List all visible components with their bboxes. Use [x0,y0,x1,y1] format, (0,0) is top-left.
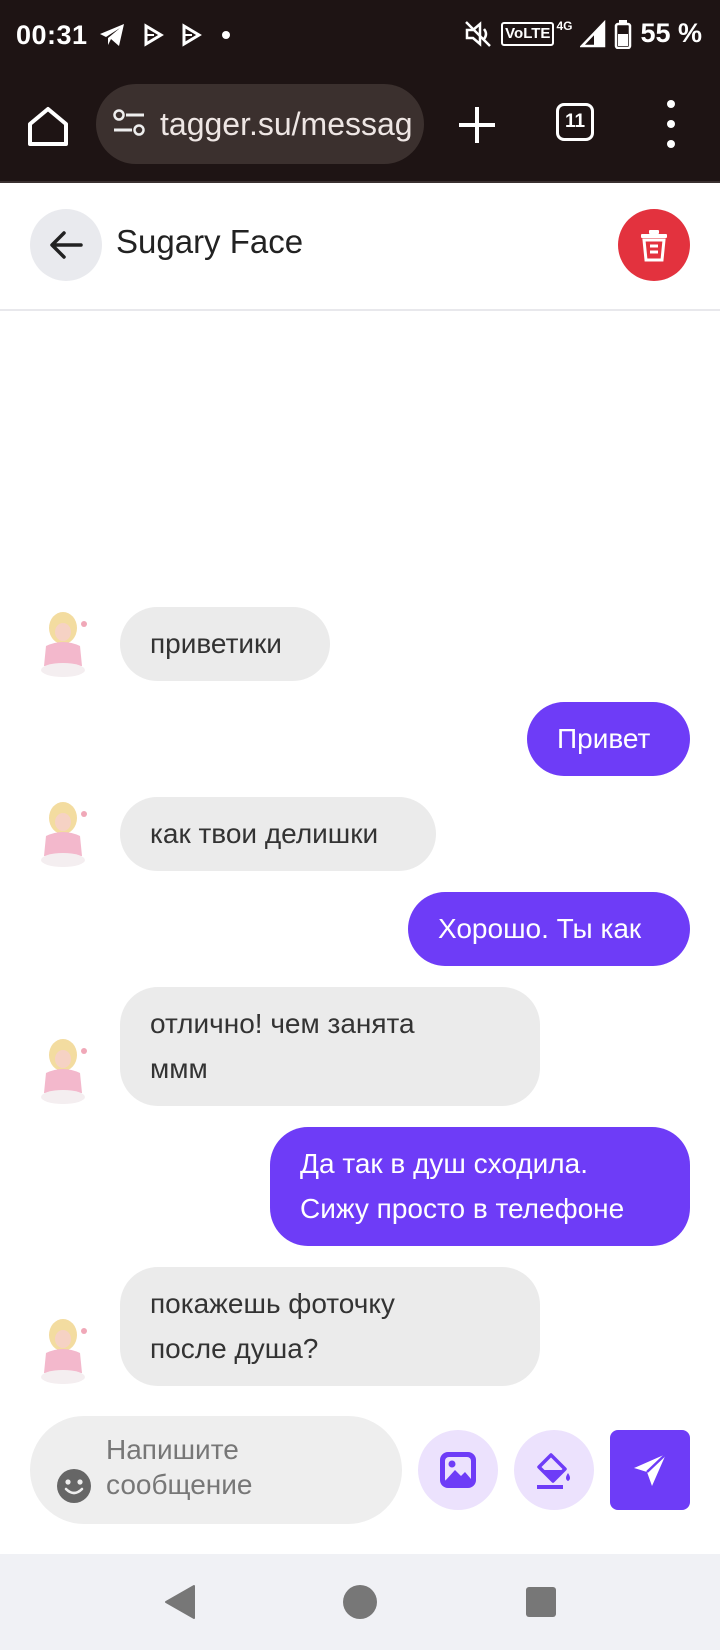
avatar [41,612,87,677]
play-icon [144,23,164,47]
back-button[interactable] [30,209,102,281]
chat-header: Sugary Face [0,183,720,311]
send-button[interactable] [610,1430,690,1510]
trash-icon [641,230,667,262]
contact-name: Sugary Face [116,223,304,260]
avatar [41,1039,87,1104]
outgoing-message: Привет [527,702,690,776]
message-line: Да так в душ сходила. [300,1148,588,1179]
status-bar: 00:31 VoLTE 4G 55 % [0,0,720,76]
dot-icon [222,31,230,39]
network-type: 4G [556,18,573,33]
new-tab-icon[interactable] [454,102,500,148]
volte-icon: VoLTE [501,21,555,46]
message-line: ммм [150,1053,208,1084]
incoming-message: приветики [120,607,330,681]
battery-icon [615,19,632,49]
telegram-icon [100,24,124,46]
message-line: после душа? [150,1333,319,1364]
status-time: 00:31 [16,20,88,50]
attach-image-button[interactable] [418,1430,498,1510]
message-line: отлично! чем занята [150,1008,415,1039]
nav-recents-icon[interactable] [523,1582,559,1622]
mute-icon [465,20,492,47]
more-menu-icon[interactable] [658,100,684,148]
outgoing-message: Хорошо. Ты как [408,892,690,966]
home-icon[interactable] [26,104,70,148]
avatar [41,1319,87,1384]
emoji-icon[interactable] [56,1468,92,1504]
site-settings-icon[interactable] [112,108,146,138]
address-bar[interactable]: tagger.su/messag [96,84,424,164]
incoming-message: как твои делишки [120,797,436,871]
message-input[interactable]: Напишите сообщение [30,1416,402,1524]
outgoing-message: Да так в душ сходила. Сижу просто в теле… [270,1127,690,1246]
image-icon [440,1452,476,1488]
system-navigation-bar [0,1554,720,1650]
browser-toolbar: tagger.su/messag 11 [0,76,720,183]
message-line: Сижу просто в телефоне [300,1193,625,1224]
message-composer: Напишите сообщение [0,1400,720,1554]
theme-color-button[interactable] [514,1430,594,1510]
nav-home-icon[interactable] [342,1582,378,1622]
message-line: покажешь фоточку [150,1288,395,1319]
incoming-message: покажешь фоточку после душа? [120,1267,540,1386]
nav-back-icon[interactable] [162,1582,198,1622]
tab-switcher-button[interactable]: 11 [556,103,594,141]
incoming-message: отлично! чем занята ммм [120,987,540,1106]
paint-bucket-icon [537,1453,570,1489]
avatar [41,802,87,867]
arrow-left-icon [50,231,83,259]
send-icon [634,1453,667,1486]
url-text: tagger.su/messag [160,106,413,142]
signal-icon [580,19,606,47]
battery-percent: 55 % [640,18,702,48]
play-icon [182,23,202,47]
delete-chat-button[interactable] [618,209,690,281]
message-placeholder: Напишите сообщение [106,1434,253,1500]
status-notification-icons [98,22,234,48]
status-system-icons: VoLTE 4G 55 % [463,18,702,49]
